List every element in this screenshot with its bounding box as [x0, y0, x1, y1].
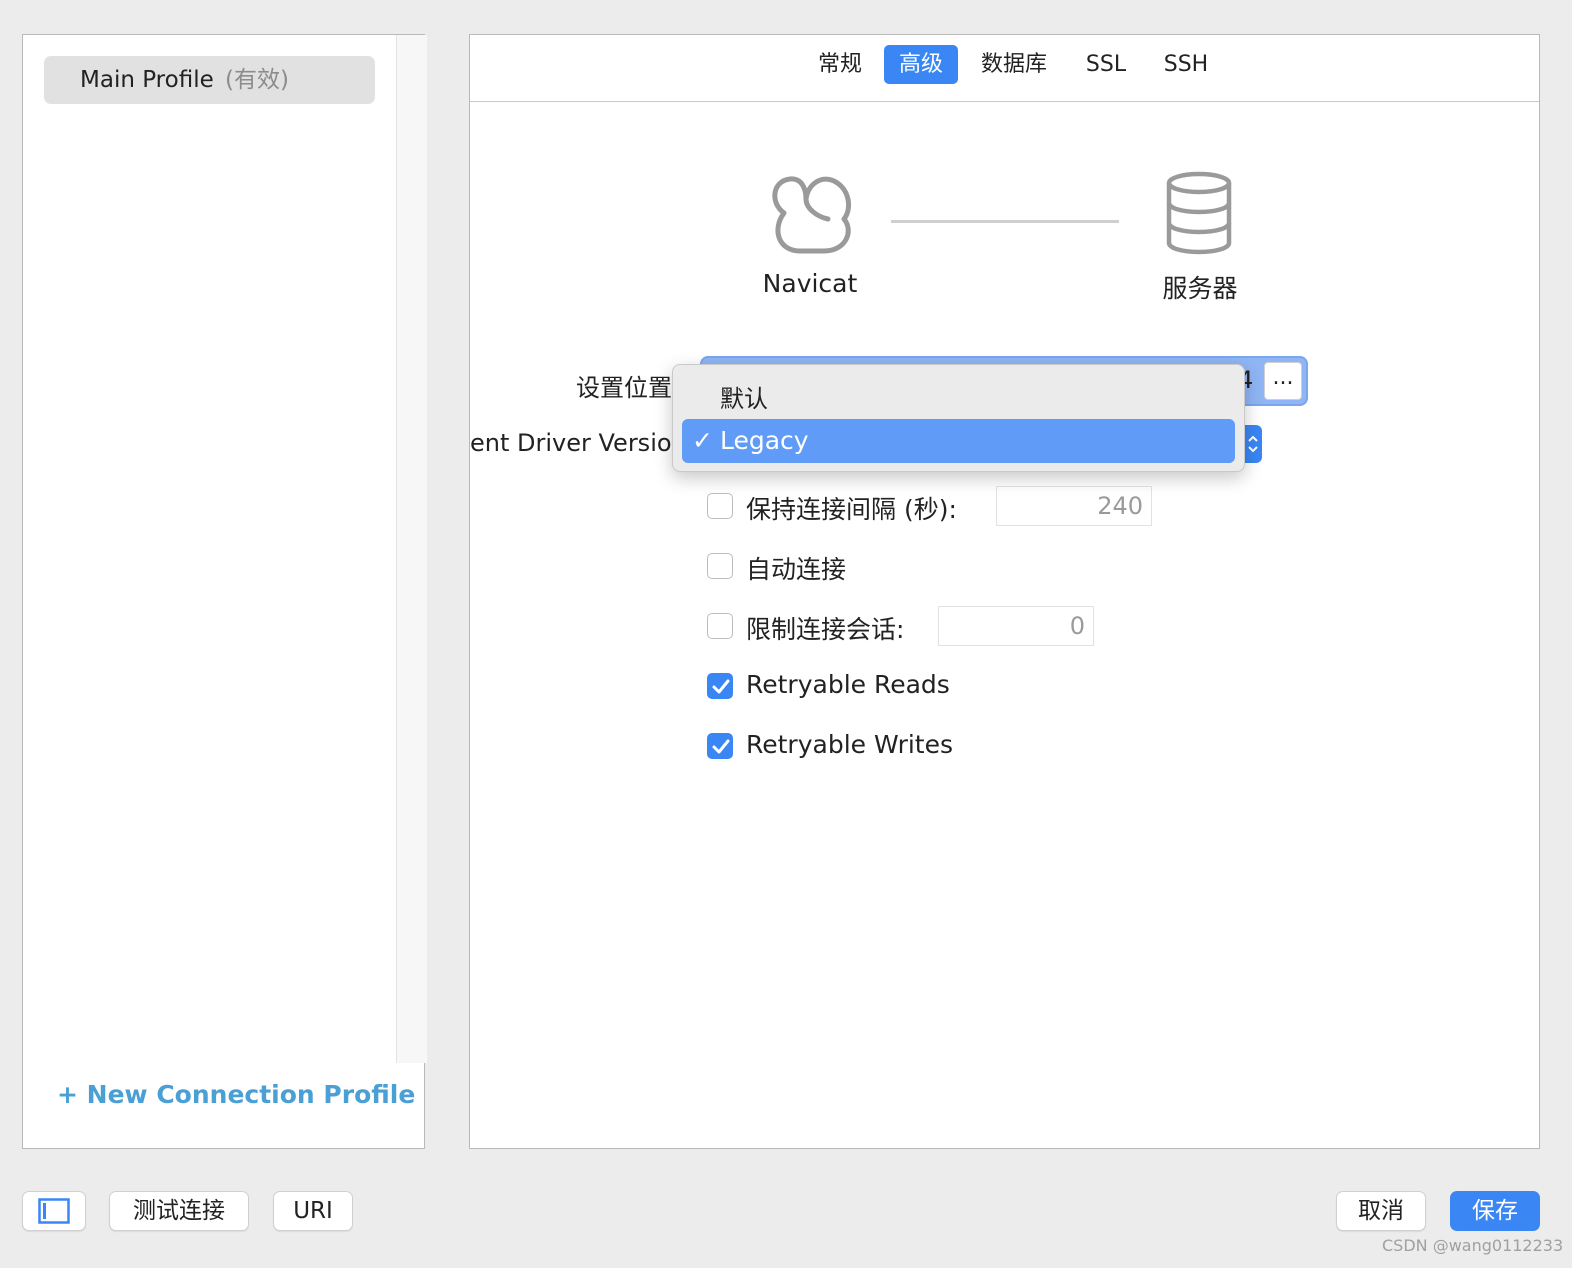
- retryable-reads-label: Retryable Reads: [746, 670, 950, 699]
- limit-sessions-label: 限制连接会话:: [746, 615, 905, 644]
- limit-sessions-checkbox[interactable]: [707, 613, 733, 639]
- tab-general[interactable]: 常规: [806, 45, 874, 84]
- cancel-button[interactable]: 取消: [1336, 1191, 1426, 1231]
- database-icon: [1166, 171, 1232, 255]
- settings-location-label: 设置位置: [576, 374, 672, 402]
- sidebar-scrollbar-track[interactable]: [396, 35, 427, 1063]
- profile-name: Main Profile: [80, 67, 214, 93]
- retryable-writes-checkbox[interactable]: [707, 733, 733, 759]
- checkmark-icon: ✓: [692, 426, 713, 455]
- settings-panel: 常规 高级 数据库 SSL SSH Navicat 服务器 设置位置 4 ...…: [469, 34, 1540, 1149]
- driver-version-dropdown-menu: 默认 ✓ Legacy: [672, 364, 1245, 472]
- keepalive-checkbox[interactable]: [707, 493, 733, 519]
- profile-item-main[interactable]: Main Profile (有效): [44, 56, 375, 104]
- chevron-updown-icon: [1248, 435, 1258, 453]
- profile-status: (有效): [225, 67, 289, 93]
- auto-connect-label: 自动连接: [746, 555, 847, 584]
- menu-item-legacy-label: Legacy: [720, 426, 809, 455]
- keepalive-label: 保持连接间隔 (秒):: [746, 495, 957, 524]
- save-button[interactable]: 保存: [1450, 1191, 1540, 1231]
- connection-line: [891, 220, 1119, 223]
- profile-sidebar: Main Profile (有效) + New Connection Profi…: [22, 34, 427, 1149]
- browse-button[interactable]: ...: [1264, 362, 1302, 400]
- menu-item-legacy[interactable]: ✓ Legacy: [682, 419, 1235, 463]
- sidebar-icon: [38, 1198, 70, 1224]
- client-label: Navicat: [762, 269, 858, 298]
- toggle-sidebar-button[interactable]: [22, 1191, 86, 1231]
- watermark-text: CSDN @wang0112233: [1382, 1236, 1564, 1255]
- uri-button[interactable]: URI: [273, 1191, 353, 1231]
- server-label: 服务器: [1162, 274, 1238, 303]
- navicat-icon: [772, 176, 852, 254]
- auto-connect-checkbox[interactable]: [707, 553, 733, 579]
- test-connection-button[interactable]: 测试连接: [109, 1191, 249, 1231]
- checkmark-icon: [712, 679, 730, 694]
- tab-advanced[interactable]: 高级: [884, 45, 958, 84]
- new-connection-profile-link[interactable]: + New Connection Profile: [57, 1080, 415, 1109]
- driver-version-label: ent Driver Versior: [470, 429, 682, 457]
- tab-ssh[interactable]: SSH: [1154, 45, 1218, 84]
- tab-ssl[interactable]: SSL: [1074, 45, 1138, 84]
- retryable-reads-checkbox[interactable]: [707, 673, 733, 699]
- menu-item-default[interactable]: 默认: [720, 379, 768, 414]
- tab-bar: 常规 高级 数据库 SSL SSH: [470, 35, 1539, 102]
- limit-sessions-input[interactable]: 0: [938, 606, 1094, 646]
- checkmark-icon: [712, 739, 730, 754]
- retryable-writes-label: Retryable Writes: [746, 730, 953, 759]
- tab-database[interactable]: 数据库: [970, 45, 1058, 84]
- keepalive-interval-input[interactable]: 240: [996, 486, 1152, 526]
